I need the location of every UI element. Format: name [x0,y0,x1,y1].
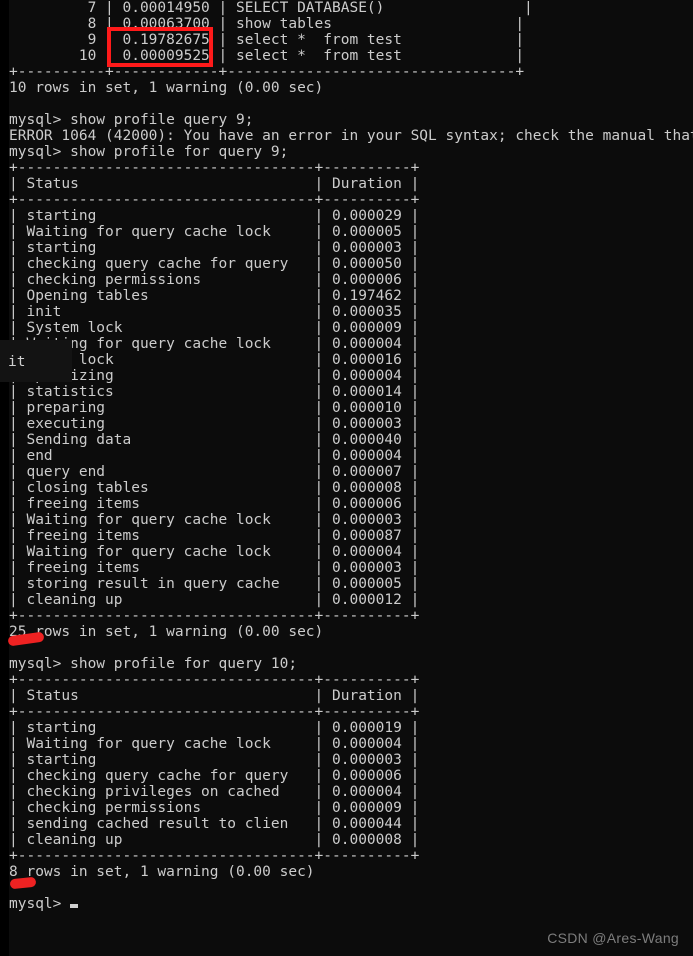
terminal-line: | Waiting for query cache lock | 0.00000… [9,224,420,240]
terminal-output[interactable]: 7 | 0.00014950 | SELECT DATABASE() | 8 |… [9,0,693,956]
terminal-line: | preparing | 0.000010 | [9,400,420,416]
terminal-line: | checking query cache for query | 0.000… [9,768,420,784]
terminal-line: | Status | Duration | [9,688,420,704]
terminal-line: | executing | 0.000003 | [9,416,420,432]
vertical-scrollbar[interactable] [0,676,9,956]
terminal-line: +----------------------------------+----… [9,192,420,208]
terminal-line: | sending cached result to clien | 0.000… [9,816,420,832]
terminal-line: 7 | 0.00014950 | SELECT DATABASE() | [9,0,533,16]
terminal-line: | cleaning up | 0.000008 | [9,832,420,848]
terminal-line: | storing result in query cache | 0.0000… [9,576,420,592]
terminal-line: | query end | 0.000007 | [9,464,420,480]
terminal-line: | checking query cache for query | 0.000… [9,256,420,272]
terminal-line: | Waiting for query cache lock | 0.00000… [9,512,420,528]
watermark-label: CSDN @Ares-Wang [547,930,679,946]
terminal-line: | starting | 0.000003 | [9,240,420,256]
terminal-line: 25 rows in set, 1 warning (0.00 sec) [9,624,324,640]
terminal-line: | Waiting for query cache lock | 0.00000… [9,336,420,352]
terminal-line: | Waiting for query cache lock | 0.00000… [9,736,420,752]
terminal-line: | statistics | 0.000014 | [9,384,420,400]
terminal-line: | freeing items | 0.000003 | [9,560,420,576]
terminal-line: 10 | 0.00009525 | select * from test | [9,48,525,64]
text-cursor [70,904,79,908]
terminal-line: | optimizing | 0.000004 | [9,368,420,384]
terminal-line: | starting | 0.000029 | [9,208,420,224]
terminal-prompt-line[interactable]: mysql> [9,896,693,912]
terminal-line: | starting | 0.000019 | [9,720,420,736]
terminal-line: | Status | Duration | [9,176,420,192]
terminal-line: | init | 0.000035 | [9,304,420,320]
terminal-line: | Sending data | 0.000040 | [9,432,420,448]
terminal-line: | starting | 0.000003 | [9,752,420,768]
terminal-line: | checking permissions | 0.000009 | [9,800,420,816]
terminal-line: ERROR 1064 (42000): You have an error in… [9,128,693,144]
terminal-line: 9 | 0.19782675 | select * from test | [9,32,525,48]
terminal-line: mysql> show profile for query 10; [9,656,298,672]
terminal-window: 7 | 0.00014950 | SELECT DATABASE() | 8 |… [0,0,693,956]
terminal-line: +----------------------------------+----… [9,160,420,176]
terminal-line: mysql> show profile query 9; [9,112,254,128]
terminal-line: mysql> show profile for query 9; [9,144,289,160]
terminal-line: +----------------------------------+----… [9,608,420,624]
terminal-line: | end | 0.000004 | [9,448,420,464]
terminal-line: | cleaning up | 0.000012 | [9,592,420,608]
terminal-line: | closing tables | 0.000008 | [9,480,420,496]
terminal-line: | freeing items | 0.000006 | [9,496,420,512]
terminal-line: | freeing items | 0.000087 | [9,528,420,544]
terminal-line: +----------------------------------+----… [9,704,420,720]
terminal-line: | Waiting for query cache lock | 0.00000… [9,544,420,560]
terminal-line: | Table lock | 0.000016 | [9,352,420,368]
terminal-line: | checking permissions | 0.000006 | [9,272,420,288]
prompt-text: mysql> [9,896,71,912]
terminal-line: | System lock | 0.000009 | [9,320,420,336]
terminal-line: +----------+------------+---------------… [9,64,525,80]
terminal-line: 8 | 0.00063700 | show tables | [9,16,525,32]
terminal-line: | checking privileges on cached | 0.0000… [9,784,420,800]
overlay-tooltip-box: it [0,340,72,382]
terminal-line: 10 rows in set, 1 warning (0.00 sec) [9,80,324,96]
terminal-line: +----------------------------------+----… [9,672,420,688]
overlay-tooltip-text: it [8,354,26,370]
terminal-line: +----------------------------------+----… [9,848,420,864]
terminal-line: 8 rows in set, 1 warning (0.00 sec) [9,864,315,880]
terminal-line: | Opening tables | 0.197462 | [9,288,420,304]
